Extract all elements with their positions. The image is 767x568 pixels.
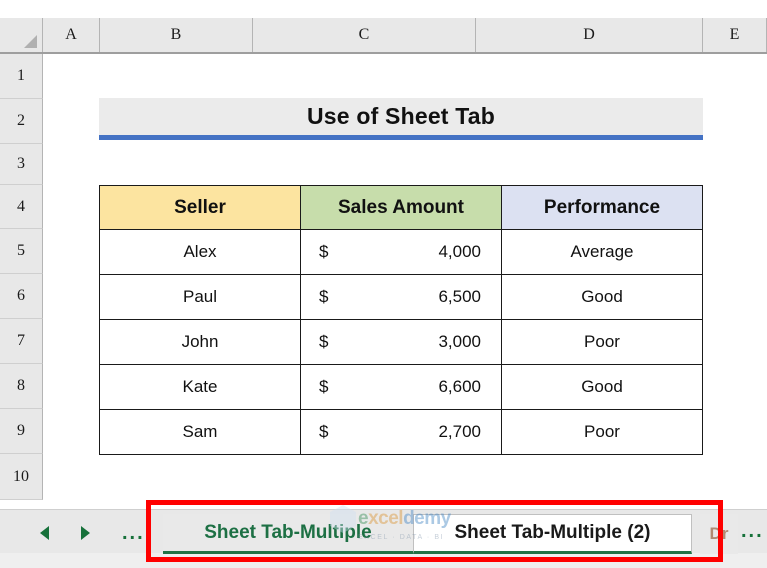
left-ellipsis-icon[interactable]: ... — [122, 523, 145, 543]
currency-symbol: $ — [319, 332, 329, 351]
cell-performance[interactable]: Good — [501, 364, 703, 410]
currency-symbol: $ — [319, 287, 329, 306]
column-header-b[interactable]: B — [100, 18, 253, 52]
row-header-3[interactable]: 3 — [0, 144, 43, 185]
table-row: Sam $2,700 Poor — [99, 409, 703, 455]
column-header-c[interactable]: C — [253, 18, 476, 52]
cell-sales-amount[interactable]: $4,000 — [300, 229, 502, 275]
row-header-6[interactable]: 6 — [0, 274, 43, 319]
cell-seller[interactable]: Sam — [99, 409, 301, 455]
sheet-title-banner[interactable]: Use of Sheet Tab — [99, 98, 703, 140]
row-header-9[interactable]: 9 — [0, 409, 43, 454]
table-row: John $3,000 Poor — [99, 319, 703, 365]
next-sheet-arrow-icon[interactable] — [81, 526, 90, 540]
row-header-1[interactable]: 1 — [0, 54, 43, 99]
cell-seller[interactable]: John — [99, 319, 301, 365]
column-header-e[interactable]: E — [703, 18, 767, 52]
table-row: Alex $4,000 Average — [99, 229, 703, 275]
table-header-row: Seller Sales Amount Performance — [99, 185, 703, 230]
row-header-10[interactable]: 10 — [0, 454, 43, 500]
previous-sheet-arrow-icon[interactable] — [40, 526, 49, 540]
column-header-bar: ABCDE — [0, 18, 767, 54]
cell-performance[interactable]: Poor — [501, 409, 703, 455]
amount-value: 4,000 — [438, 242, 481, 261]
currency-symbol: $ — [319, 377, 329, 396]
select-all-button[interactable] — [0, 18, 43, 52]
cell-sales-amount[interactable]: $6,600 — [300, 364, 502, 410]
sheet-tab-2[interactable]: Sheet Tab-Multiple (2) — [413, 514, 692, 554]
column-header-a[interactable]: A — [43, 18, 100, 52]
top-strip — [0, 0, 767, 18]
row-header-5[interactable]: 5 — [0, 229, 43, 274]
cell-performance[interactable]: Good — [501, 274, 703, 320]
cell-seller[interactable]: Kate — [99, 364, 301, 410]
cell-seller[interactable]: Paul — [99, 274, 301, 320]
page-title: Use of Sheet Tab — [306, 103, 496, 129]
sheet-tab-1[interactable]: Sheet Tab-Multiple — [163, 514, 413, 554]
sheet-tab-3[interactable]: Dr — [700, 514, 738, 554]
amount-value: 6,600 — [438, 377, 481, 396]
amount-value: 3,000 — [438, 332, 481, 351]
sheet-navigation-buttons: ... — [40, 520, 150, 546]
row-header-2[interactable]: 2 — [0, 99, 43, 144]
spreadsheet-window: ABCDE 1 2 3 4 5 6 7 8 9 10 Use of Sheet Tab Selle… — [0, 0, 767, 568]
table-row: Kate $6,600 Good — [99, 364, 703, 410]
status-bar-strip — [0, 553, 767, 568]
select-all-triangle-icon — [24, 35, 37, 48]
table-row: Paul $6,500 Good — [99, 274, 703, 320]
cell-performance[interactable]: Average — [501, 229, 703, 275]
row-header-4[interactable]: 4 — [0, 185, 43, 229]
row-header-7[interactable]: 7 — [0, 319, 43, 364]
data-table: Seller Sales Amount Performance Alex $4,0… — [99, 185, 703, 455]
amount-value: 2,700 — [438, 422, 481, 441]
column-header-d[interactable]: D — [476, 18, 703, 52]
cell-sales-amount[interactable]: $3,000 — [300, 319, 502, 365]
currency-symbol: $ — [319, 242, 329, 261]
cell-sales-amount[interactable]: $6,500 — [300, 274, 502, 320]
currency-symbol: $ — [319, 422, 329, 441]
column-header-sales-amount[interactable]: Sales Amount — [300, 185, 502, 230]
cell-sales-amount[interactable]: $2,700 — [300, 409, 502, 455]
row-header-8[interactable]: 8 — [0, 364, 43, 409]
column-header-seller[interactable]: Seller — [99, 185, 301, 230]
column-header-performance[interactable]: Performance — [501, 185, 703, 230]
cell-seller[interactable]: Alex — [99, 229, 301, 275]
right-ellipsis-icon[interactable]: ... — [741, 521, 764, 541]
cell-performance[interactable]: Poor — [501, 319, 703, 365]
amount-value: 6,500 — [438, 287, 481, 306]
